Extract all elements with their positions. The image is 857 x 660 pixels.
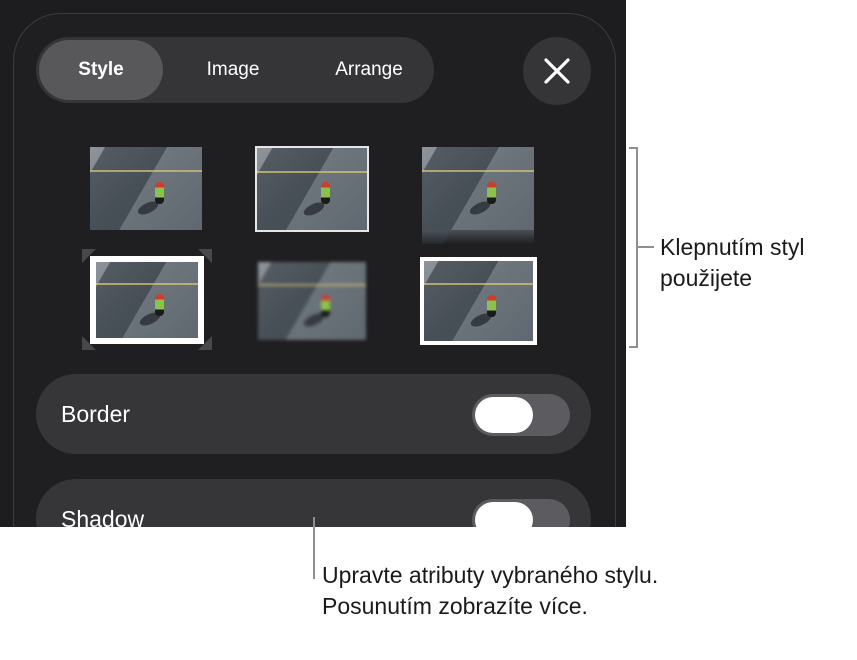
- format-panel-screen: Style Image Arrange Border Shadow: [0, 0, 626, 527]
- shadow-toggle[interactable]: [472, 499, 570, 527]
- style-photo-corners[interactable]: [82, 249, 212, 350]
- attributes-callout: Upravte atributy vybraného stylu. Posunu…: [322, 560, 658, 622]
- border-row: Border: [36, 374, 591, 454]
- attributes-callout-line1: Upravte atributy vybraného stylu.: [322, 562, 659, 588]
- close-icon: [544, 58, 570, 84]
- styles-leader-line: [638, 246, 654, 248]
- thumbnail-image: [258, 262, 366, 340]
- close-button[interactable]: [523, 37, 591, 105]
- toggle-knob: [475, 397, 533, 433]
- attributes-callout-line2: Posunutím zobrazíte více.: [322, 593, 588, 619]
- thumbnail-image: [90, 147, 202, 230]
- style-white-frame[interactable]: [420, 257, 537, 345]
- border-toggle[interactable]: [472, 394, 570, 436]
- format-tabs: Style Image Arrange: [36, 37, 434, 103]
- styles-callout: Klepnutím styl použijete: [660, 232, 804, 294]
- styles-bracket: [629, 147, 638, 348]
- styles-callout-line2: použijete: [660, 265, 753, 291]
- tab-image[interactable]: Image: [171, 40, 295, 100]
- style-reflection[interactable]: [422, 147, 534, 244]
- style-thin-border[interactable]: [255, 146, 369, 232]
- shadow-label: Shadow: [61, 506, 145, 527]
- thumbnail-image: [96, 262, 198, 338]
- thumbnail-image: [424, 261, 533, 341]
- style-plain[interactable]: [90, 147, 202, 230]
- reflection: [422, 230, 534, 244]
- border-label: Border: [61, 401, 131, 427]
- thumbnail-image: [257, 148, 367, 230]
- style-soft-edges[interactable]: [258, 262, 366, 340]
- tab-style[interactable]: Style: [39, 40, 163, 100]
- attributes-leader-line: [313, 517, 315, 579]
- thumbnail-image: [422, 147, 534, 244]
- toggle-knob: [475, 502, 533, 527]
- tab-arrange[interactable]: Arrange: [307, 40, 431, 100]
- styles-callout-line1: Klepnutím styl: [660, 234, 805, 260]
